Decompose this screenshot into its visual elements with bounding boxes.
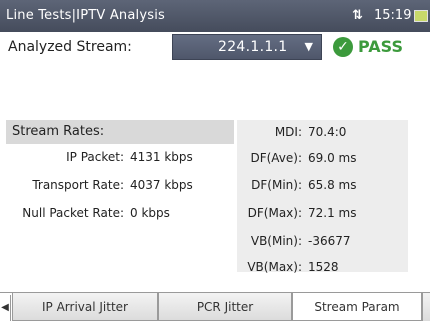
metric-value: 72.1 ms bbox=[308, 206, 357, 220]
rate-label: Null Packet Rate: bbox=[22, 206, 124, 220]
title-bar: Line Tests|IPTV Analysis ⇅ 15:19 bbox=[0, 0, 430, 32]
metric-label: VB(Min): bbox=[250, 234, 302, 248]
tab-pcr-jitter[interactable]: PCR Jitter bbox=[158, 293, 292, 321]
checkmark-icon: ✓ bbox=[333, 37, 353, 57]
rate-value: 4037 kbps bbox=[130, 178, 193, 192]
tab-ip-arrival-jitter[interactable]: IP Arrival Jitter bbox=[12, 293, 158, 321]
metric-label: DF(Max): bbox=[247, 206, 302, 220]
metric-label: MDI: bbox=[274, 125, 302, 139]
metric-label: VB(Max): bbox=[247, 260, 302, 274]
stream-select-value: 224.1.1.1 bbox=[218, 39, 288, 55]
metrics-panel: MDI: 70.4:0 DF(Ave): 69.0 ms DF(Min): 65… bbox=[237, 120, 408, 274]
metric-row-vb-min: VB(Min): -36677 bbox=[237, 234, 408, 254]
analyzed-stream-label: Analyzed Stream: bbox=[8, 39, 132, 55]
metric-row-vb-max: VB(Max): 1528 bbox=[237, 260, 408, 280]
chevron-down-icon: ▼ bbox=[304, 40, 313, 53]
stream-select-dropdown[interactable]: 224.1.1.1 ▼ bbox=[172, 34, 322, 60]
rate-label: IP Packet: bbox=[66, 150, 124, 164]
stream-rates-header: Stream Rates: bbox=[6, 120, 234, 144]
metric-label: DF(Min): bbox=[251, 178, 302, 192]
network-activity-icon: ⇅ bbox=[352, 8, 363, 23]
rate-value: 0 kbps bbox=[130, 206, 170, 220]
metric-value: 1528 bbox=[308, 260, 339, 274]
metric-row-df-ave: DF(Ave): 69.0 ms bbox=[237, 151, 408, 171]
rate-value: 4131 kbps bbox=[130, 150, 193, 164]
tab-overflow-edge[interactable] bbox=[422, 293, 430, 321]
metric-row-df-min: DF(Min): 65.8 ms bbox=[237, 178, 408, 198]
status-badge: PASS bbox=[358, 37, 403, 56]
metric-label: DF(Ave): bbox=[250, 151, 302, 165]
metric-value: -36677 bbox=[308, 234, 351, 248]
window-title: Line Tests|IPTV Analysis bbox=[6, 8, 165, 23]
rate-label: Transport Rate: bbox=[32, 178, 124, 192]
stream-rates-title: Stream Rates: bbox=[12, 124, 105, 139]
tab-scroll-left-icon[interactable]: ◀ bbox=[0, 295, 11, 321]
rate-row-transport: Transport Rate: 4037 kbps bbox=[0, 178, 236, 198]
clock: 15:19 bbox=[374, 8, 412, 23]
tab-stream-param[interactable]: Stream Param bbox=[292, 293, 422, 321]
metric-row-df-max: DF(Max): 72.1 ms bbox=[237, 206, 408, 226]
metric-value: 69.0 ms bbox=[308, 151, 357, 165]
rate-row-null-packet: Null Packet Rate: 0 kbps bbox=[0, 206, 236, 226]
tab-bar: ◀ IP Arrival Jitter PCR Jitter Stream Pa… bbox=[0, 292, 430, 323]
metric-value: 70.4:0 bbox=[308, 125, 347, 139]
metric-row-mdi: MDI: 70.4:0 bbox=[237, 125, 408, 145]
rate-row-ip-packet: IP Packet: 4131 kbps bbox=[0, 150, 236, 170]
battery-icon bbox=[414, 10, 428, 22]
metric-value: 65.8 ms bbox=[308, 178, 357, 192]
